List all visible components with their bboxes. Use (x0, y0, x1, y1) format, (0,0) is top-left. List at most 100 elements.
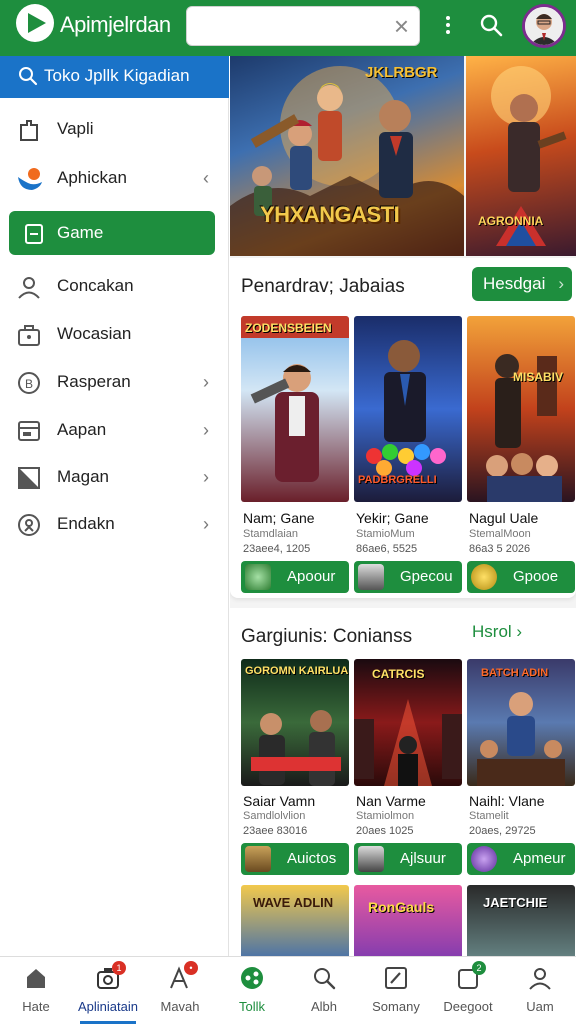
sidebar-item-label: Rasperan (57, 372, 131, 391)
card-icon (18, 421, 40, 441)
game-action-button[interactable]: Apmeur (467, 843, 575, 875)
section-see-all-link[interactable]: Hsrol › (472, 622, 522, 642)
game-thumbnail[interactable]: WAVE ADLIN (241, 885, 349, 956)
game-action-button[interactable]: Ajlsuur (354, 843, 462, 875)
sidebar-item-label: Wocasian (57, 324, 132, 343)
nav-item-deegoot[interactable]: 2 Deegoot (432, 957, 504, 1024)
nav-item-uam[interactable]: Uam (504, 957, 576, 1024)
game-thumbnail[interactable]: BATCH ADIN (467, 659, 575, 786)
game-card[interactable]: RonGauls (354, 885, 462, 956)
game-date: 20aes, 29725 (469, 825, 536, 837)
sidebar-item-rasperan[interactable]: B Rasperan › (0, 360, 229, 404)
sidebar-item-concakan[interactable]: Concakan (0, 264, 229, 308)
chevron-right-icon: › (203, 420, 209, 440)
sidebar-item-label: Vapli (57, 119, 94, 138)
edit-icon (385, 967, 407, 989)
sidebar-item-vapli[interactable]: Vapli (0, 107, 229, 151)
game-date: 23aee4, 1205 (243, 543, 311, 555)
award-icon (18, 514, 40, 536)
search-input[interactable] (195, 13, 385, 41)
game-thumbnail-title: RonGauls (368, 899, 435, 915)
game-thumbnail[interactable]: ZODENSBEIEN (241, 316, 349, 502)
face-icon (358, 846, 384, 872)
section-title: Penardrav; Jabaias (241, 276, 405, 297)
game-card[interactable]: PADBRGRELLI Yekir; Gane StamioMum 86ae6,… (354, 316, 462, 596)
sidebar-item-label: Aphickan (57, 168, 127, 187)
face-icon (358, 564, 384, 590)
app-title: Apimjelrdan (60, 12, 171, 37)
game-thumbnail-title: PADBRGRELLI (358, 474, 437, 486)
nav-label: Somany (372, 999, 420, 1014)
nav-item-mavah[interactable]: • Mavah (144, 957, 216, 1024)
game-card[interactable]: MISABIV Nagul Uale StemalMoon 86a3 5 202… (467, 316, 575, 596)
search-icon (19, 67, 38, 86)
nav-item-apliniatain[interactable]: 1 Apliniatain (72, 957, 144, 1024)
game-thumbnail[interactable]: GOROMN KAIRLUAN (241, 659, 349, 786)
game-action-button[interactable]: Apoour (241, 561, 349, 593)
search-icon[interactable] (478, 12, 504, 38)
sidebar-item-wocasian[interactable]: Wocasian (0, 312, 229, 356)
game-publisher: Stamiolmon (356, 810, 415, 822)
sidebar: Toko Jpllk Kigadian Vapli Aphickan ‹ Gam… (0, 56, 229, 956)
game-action-button[interactable]: Auictos (241, 843, 349, 875)
game-action-button[interactable]: Gpooe (467, 561, 575, 593)
chevron-right-icon: › (203, 514, 209, 534)
game-publisher: Stamelit (469, 810, 509, 822)
game-publisher: StemalMoon (469, 528, 531, 540)
section-more-button[interactable]: Hesdgai › (472, 267, 572, 301)
sidebar-item-aapan[interactable]: Aapan › (0, 408, 229, 452)
nav-label: Hate (22, 999, 50, 1014)
sidebar-item-endakn[interactable]: Endakn › (0, 502, 229, 546)
featured-banner[interactable]: JKLRBGR YHXANGASTI AGRONNIA (230, 56, 576, 256)
sidebar-item-game[interactable]: Game (9, 211, 215, 255)
game-action-button[interactable]: Gpecou (354, 561, 462, 593)
svg-text:B: B (25, 377, 33, 391)
crate-icon (245, 846, 271, 872)
banner-tagline: JKLRBGR (365, 64, 438, 81)
nav-item-albh[interactable]: Albh (288, 957, 360, 1024)
button-label: Apmeur (513, 850, 566, 867)
nav-item-hate[interactable]: Hate (0, 957, 72, 1024)
gem-icon (471, 846, 497, 872)
banner-side-title: AGRONNIA (478, 214, 544, 228)
avatar[interactable] (522, 4, 566, 48)
game-card[interactable]: ZODENSBEIEN Nam; Gane Stamdlaian 23aee4,… (241, 316, 349, 596)
share-icon (241, 967, 263, 989)
game-art (486, 354, 562, 502)
game-thumbnail[interactable]: RonGauls (354, 885, 462, 956)
game-thumbnail[interactable]: CATRCIS (354, 659, 462, 786)
game-name: Naihl: Vlane (469, 793, 545, 809)
banner-side-artwork[interactable]: AGRONNIA (466, 56, 576, 256)
game-date: 86ae6, 5525 (356, 543, 418, 555)
game-name: Nagul Uale (469, 510, 539, 526)
nav-item-somany[interactable]: Somany (360, 957, 432, 1024)
game-card[interactable]: JAETCHIE (467, 885, 575, 956)
game-thumbnail[interactable]: MISABIV (467, 316, 575, 502)
banner-main-artwork[interactable]: JKLRBGR YHXANGASTI (230, 56, 464, 256)
more-vert-icon[interactable] (440, 13, 456, 41)
sidebar-search[interactable]: Toko Jpllk Kigadian (0, 56, 229, 98)
chevron-right-icon: › (516, 622, 523, 641)
app-logo-icon (18, 168, 42, 190)
button-label: Apoour (287, 568, 336, 585)
game-thumbnail[interactable]: PADBRGRELLI (354, 316, 462, 502)
globe-icon (245, 564, 271, 590)
game-publisher: Samdlolvlion (243, 810, 306, 822)
game-thumbnail-title: WAVE ADLIN (253, 895, 334, 910)
search-bar[interactable]: × (186, 6, 420, 46)
clear-icon[interactable]: × (394, 13, 409, 39)
nav-item-tollk[interactable]: Tollk (216, 957, 288, 1024)
game-name: Saiar Vamn (243, 793, 316, 809)
game-thumbnail[interactable]: JAETCHIE (467, 885, 575, 956)
sidebar-item-aphickan[interactable]: Aphickan ‹ (0, 156, 229, 200)
game-name: Yekir; Gane (356, 510, 429, 526)
game-name: Nam; Gane (243, 510, 315, 526)
game-name: Nan Varme (356, 793, 426, 809)
square-icon (25, 224, 43, 244)
sidebar-item-magan[interactable]: Magan › (0, 455, 229, 499)
app-logo-icon[interactable] (16, 4, 54, 42)
sidebar-item-label: Magan (57, 467, 109, 486)
game-card[interactable]: WAVE ADLIN (241, 885, 349, 956)
chevron-right-icon: › (203, 467, 209, 487)
main-content: JKLRBGR YHXANGASTI AGRONNIA Penardrav; J… (230, 56, 576, 956)
